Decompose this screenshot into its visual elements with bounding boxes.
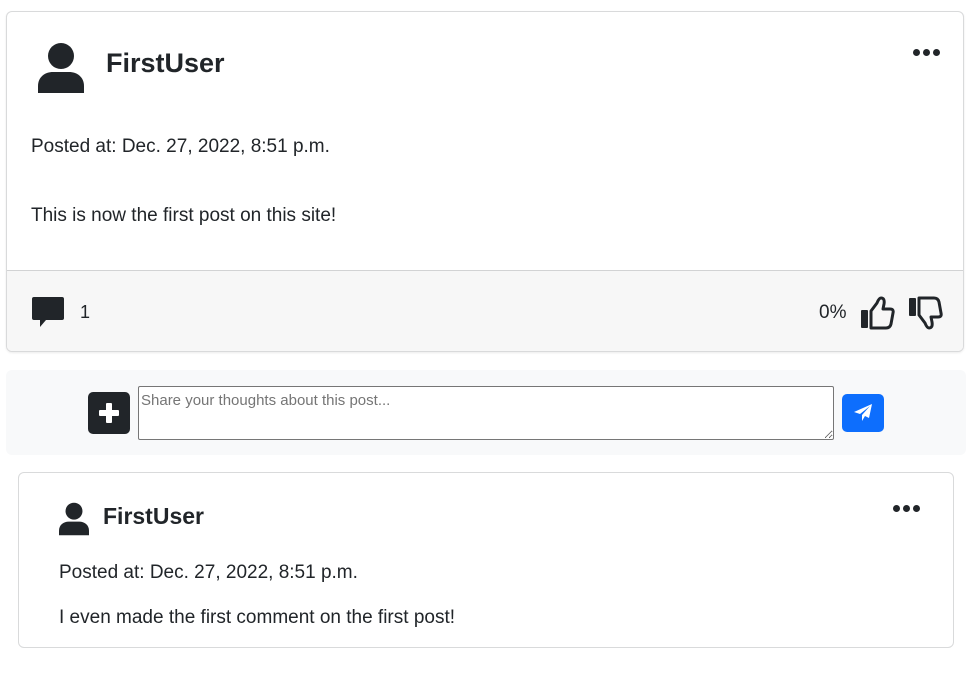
comment-icon[interactable]: [31, 295, 65, 329]
comment-username[interactable]: FirstUser: [103, 503, 204, 530]
comment-input[interactable]: [138, 386, 834, 440]
thumbs-up-icon[interactable]: [859, 295, 895, 331]
add-comment-button[interactable]: [88, 392, 130, 434]
vote-percentage: 0%: [819, 302, 847, 323]
paper-plane-icon: [854, 404, 872, 421]
comment-content: I even made the first comment on the fir…: [59, 607, 456, 628]
thumbs-down-icon[interactable]: [907, 295, 943, 331]
post-footer: 1 0%: [7, 270, 963, 351]
post-card: FirstUser Posted at: Dec. 27, 2022, 8:51…: [6, 11, 964, 352]
comment-timestamp: Posted at: Dec. 27, 2022, 8:51 p.m.: [59, 562, 358, 583]
post-content: This is now the first post on this site!: [31, 205, 337, 226]
user-avatar-icon: [59, 502, 89, 536]
post-username[interactable]: FirstUser: [106, 48, 225, 79]
post-options-menu-icon[interactable]: [913, 49, 940, 56]
add-comment-bar: [6, 370, 966, 455]
send-comment-button[interactable]: [842, 394, 884, 432]
comment-card: FirstUser Posted at: Dec. 27, 2022, 8:51…: [18, 472, 954, 648]
user-avatar-icon: [38, 43, 84, 93]
comment-options-menu-icon[interactable]: [893, 505, 920, 512]
post-timestamp: Posted at: Dec. 27, 2022, 8:51 p.m.: [31, 136, 330, 157]
comment-count: 1: [80, 302, 91, 322]
plus-icon: [99, 403, 119, 423]
